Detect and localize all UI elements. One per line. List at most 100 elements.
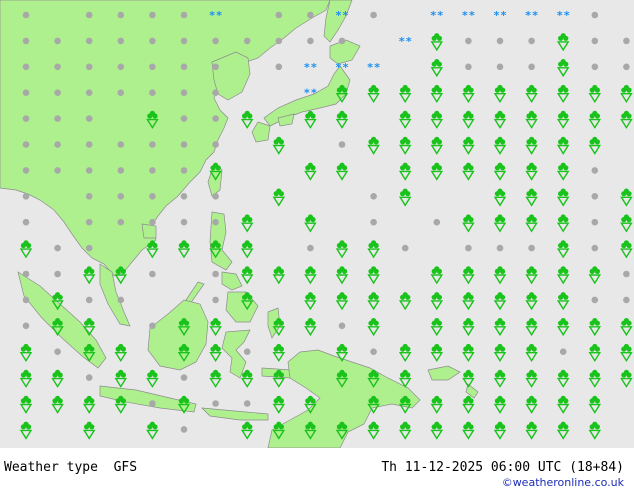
cloud-symbol xyxy=(623,63,630,71)
cloud-symbol xyxy=(54,37,61,45)
cloud-symbol xyxy=(149,322,156,330)
cloud-symbol xyxy=(212,37,219,45)
cloud-symbol xyxy=(528,37,535,45)
cloud-symbol xyxy=(54,141,61,148)
snow-symbol: * * xyxy=(430,9,443,22)
cloud-symbol xyxy=(623,296,630,304)
cloud-symbol xyxy=(54,115,61,122)
cloud-symbol xyxy=(85,141,93,148)
cloud-symbol xyxy=(212,63,219,71)
cloud-symbol xyxy=(465,244,472,252)
cloud-symbol xyxy=(496,244,504,252)
cloud-symbol xyxy=(22,218,30,226)
cloud-symbol xyxy=(212,400,219,407)
land-hainan xyxy=(141,223,157,239)
cloud-symbol xyxy=(496,37,504,45)
cloud-symbol xyxy=(307,11,314,19)
cloud-symbol xyxy=(149,141,156,148)
cloud-symbol xyxy=(591,218,599,226)
cloud-symbol xyxy=(149,63,156,71)
cloud-symbol xyxy=(370,11,377,19)
svg-text:*: * xyxy=(311,87,317,100)
cloud-symbol xyxy=(85,374,93,381)
cloud-symbol xyxy=(149,270,156,278)
cloud-symbol xyxy=(85,37,93,45)
snow-symbol: * * xyxy=(304,87,317,100)
cloud-symbol xyxy=(54,63,61,71)
svg-text:*: * xyxy=(501,9,507,22)
cloud-symbol xyxy=(117,11,125,19)
cloud-symbol xyxy=(180,426,188,433)
cloud-symbol xyxy=(22,11,30,19)
cloud-symbol xyxy=(433,218,441,226)
cloud-symbol xyxy=(623,270,630,278)
svg-text:*: * xyxy=(406,35,412,48)
svg-text:*: * xyxy=(304,87,310,100)
snow-symbol: * * xyxy=(525,9,538,22)
cloud-symbol xyxy=(275,63,283,71)
cloud-symbol xyxy=(85,63,93,71)
svg-text:*: * xyxy=(469,9,475,22)
cloud-symbol xyxy=(85,167,93,174)
cloud-symbol xyxy=(180,167,188,174)
cloud-symbol xyxy=(180,141,188,148)
snow-symbol: * * xyxy=(557,9,570,22)
cloud-symbol xyxy=(22,322,30,330)
cloud-symbol xyxy=(149,167,156,174)
source-credit[interactable]: ©weatheronline.co.uk xyxy=(502,476,624,489)
cloud-symbol xyxy=(85,296,93,304)
cloud-symbol xyxy=(212,141,219,148)
cloud-symbol xyxy=(212,218,219,226)
cloud-symbol xyxy=(85,193,93,200)
svg-text:*: * xyxy=(437,9,443,22)
cloud-symbol xyxy=(307,37,314,45)
cloud-symbol xyxy=(370,218,377,226)
cloud-symbol xyxy=(149,400,156,407)
cloud-symbol xyxy=(180,63,188,71)
cloud-symbol xyxy=(180,115,188,122)
svg-text:*: * xyxy=(494,9,500,22)
cloud-symbol xyxy=(591,167,599,174)
cloud-symbol xyxy=(591,193,599,200)
cloud-symbol xyxy=(22,115,30,122)
cloud-symbol xyxy=(85,218,93,226)
svg-text:*: * xyxy=(557,9,563,22)
snow-symbol: * * xyxy=(209,9,222,22)
cloud-symbol xyxy=(180,11,188,19)
cloud-symbol xyxy=(85,244,93,252)
cloud-symbol xyxy=(22,89,30,96)
map-title: Weather type GFS xyxy=(4,460,138,475)
svg-text:*: * xyxy=(367,61,373,74)
cloud-symbol xyxy=(370,348,377,356)
cloud-symbol xyxy=(559,348,567,356)
cloud-symbol xyxy=(212,193,219,200)
cloud-symbol xyxy=(149,218,156,226)
cloud-symbol xyxy=(591,296,599,304)
cloud-symbol xyxy=(623,37,630,45)
svg-text:*: * xyxy=(532,9,538,22)
svg-text:*: * xyxy=(304,61,310,74)
cloud-symbol xyxy=(243,400,251,407)
snow-symbol: * * xyxy=(304,61,317,74)
cloud-symbol xyxy=(591,244,599,252)
svg-text:*: * xyxy=(343,61,349,74)
cloud-symbol xyxy=(212,89,219,96)
cloud-symbol xyxy=(117,296,125,304)
cloud-symbol xyxy=(338,322,346,330)
svg-text:*: * xyxy=(430,9,436,22)
cloud-symbol xyxy=(401,244,409,252)
cloud-symbol xyxy=(180,37,188,45)
cloud-symbol xyxy=(54,167,61,174)
cloud-symbol xyxy=(591,11,599,19)
cloud-symbol xyxy=(22,63,30,71)
cloud-symbol xyxy=(149,37,156,45)
cloud-symbol xyxy=(149,11,156,19)
cloud-symbol xyxy=(117,193,125,200)
cloud-symbol xyxy=(591,37,599,45)
cloud-symbol xyxy=(117,167,125,174)
cloud-symbol xyxy=(528,244,535,252)
snow-symbol: * * xyxy=(494,9,507,22)
cloud-symbol xyxy=(149,193,156,200)
cloud-symbol xyxy=(338,37,346,45)
svg-text:*: * xyxy=(216,9,222,22)
